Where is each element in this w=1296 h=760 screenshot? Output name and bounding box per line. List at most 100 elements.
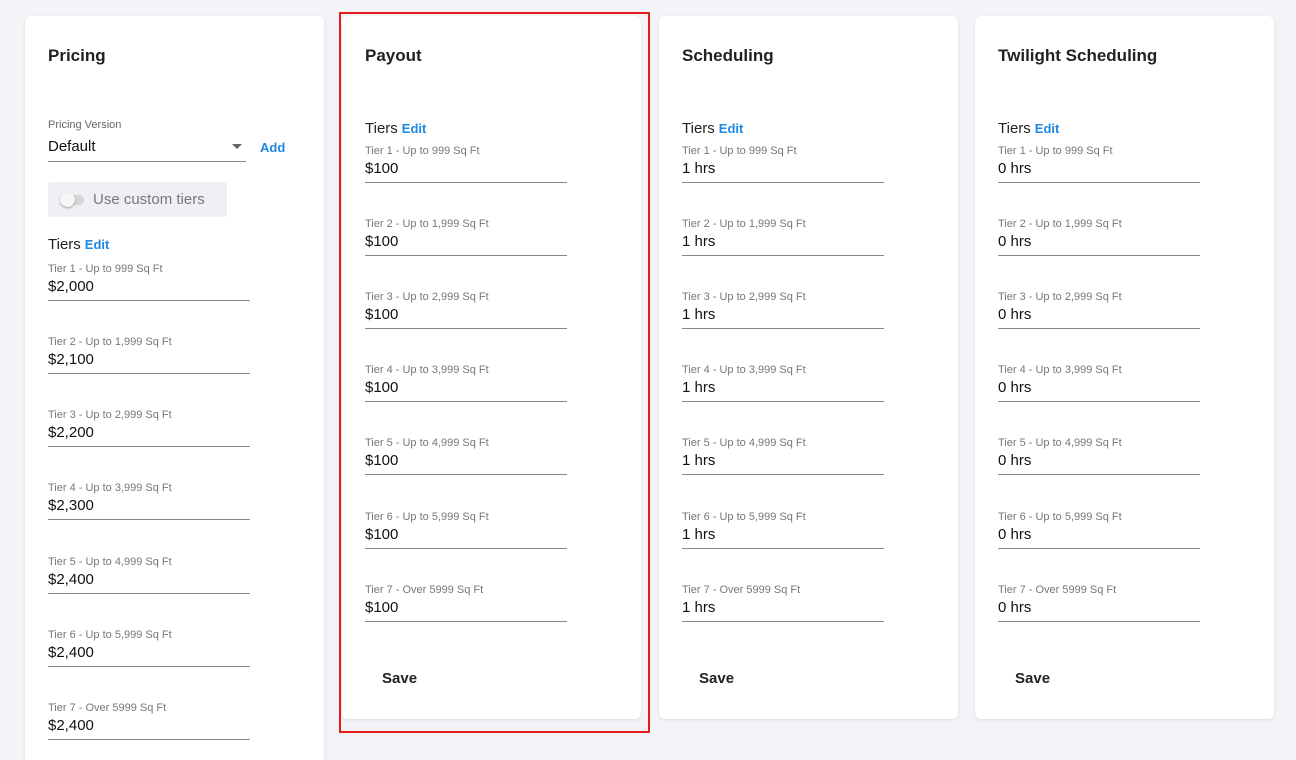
tier-value[interactable]: 0 hrs [998, 306, 1031, 323]
tier-value[interactable]: $100 [365, 160, 398, 177]
tier-value[interactable]: 0 hrs [998, 160, 1031, 177]
tier-value[interactable]: $100 [365, 526, 398, 543]
scheduling-save-button[interactable]: Save [684, 664, 752, 692]
twilight-tier-6-field[interactable]: Tier 6 - Up to 5,999 Sq Ft 0 hrs [998, 511, 1200, 549]
tiers-label: Tiers [48, 236, 81, 253]
tier-label: Tier 3 - Up to 2,999 Sq Ft [998, 291, 1122, 303]
tier-label: Tier 1 - Up to 999 Sq Ft [682, 145, 797, 157]
tier-label: Tier 6 - Up to 5,999 Sq Ft [365, 511, 489, 523]
scheduling-tiers-heading: Tiers Edit [682, 120, 743, 137]
tier-value[interactable]: 1 hrs [682, 452, 715, 469]
tier-value[interactable]: 1 hrs [682, 526, 715, 543]
scheduling-tier-2-field[interactable]: Tier 2 - Up to 1,999 Sq Ft 1 hrs [682, 218, 884, 256]
tier-value[interactable]: $100 [365, 306, 398, 323]
tier-label: Tier 1 - Up to 999 Sq Ft [998, 145, 1113, 157]
use-custom-tiers-label: Use custom tiers [93, 191, 205, 208]
pricing-version-select[interactable]: Default [48, 137, 246, 162]
twilight-tier-5-field[interactable]: Tier 5 - Up to 4,999 Sq Ft 0 hrs [998, 437, 1200, 475]
twilight-tier-2-field[interactable]: Tier 2 - Up to 1,999 Sq Ft 0 hrs [998, 218, 1200, 256]
tier-value[interactable]: $100 [365, 233, 398, 250]
pricing-tier-2-field[interactable]: Tier 2 - Up to 1,999 Sq Ft $2,100 [48, 336, 250, 374]
payout-save-button[interactable]: Save [367, 664, 435, 692]
toggle-track[interactable] [60, 192, 84, 207]
pricing-tier-5-field[interactable]: Tier 5 - Up to 4,999 Sq Ft $2,400 [48, 556, 250, 594]
twilight-save-button[interactable]: Save [1000, 664, 1068, 692]
tier-label: Tier 3 - Up to 2,999 Sq Ft [48, 409, 172, 421]
tier-value[interactable]: 1 hrs [682, 233, 715, 250]
twilight-tier-3-field[interactable]: Tier 3 - Up to 2,999 Sq Ft 0 hrs [998, 291, 1200, 329]
tier-value[interactable]: 0 hrs [998, 526, 1031, 543]
tier-label: Tier 4 - Up to 3,999 Sq Ft [998, 364, 1122, 376]
pricing-tiers-edit-link[interactable]: Edit [85, 237, 110, 252]
scheduling-tiers-edit-link[interactable]: Edit [719, 121, 744, 136]
tier-label: Tier 6 - Up to 5,999 Sq Ft [48, 629, 172, 641]
tier-value[interactable]: 1 hrs [682, 160, 715, 177]
scheduling-tier-3-field[interactable]: Tier 3 - Up to 2,999 Sq Ft 1 hrs [682, 291, 884, 329]
add-pricing-version-link[interactable]: Add [260, 140, 285, 155]
tier-value[interactable]: $100 [365, 452, 398, 469]
payout-tiers-edit-link[interactable]: Edit [402, 121, 427, 136]
twilight-scheduling-title: Twilight Scheduling [998, 46, 1158, 65]
tier-label: Tier 5 - Up to 4,999 Sq Ft [998, 437, 1122, 449]
tier-value[interactable]: $100 [365, 599, 398, 616]
tier-label: Tier 4 - Up to 3,999 Sq Ft [48, 482, 172, 494]
tier-value[interactable]: $2,400 [48, 717, 94, 734]
tier-label: Tier 7 - Over 5999 Sq Ft [48, 702, 167, 714]
tier-label: Tier 7 - Over 5999 Sq Ft [682, 584, 801, 596]
payout-tier-3-field[interactable]: Tier 3 - Up to 2,999 Sq Ft $100 [365, 291, 567, 329]
payout-tier-6-field[interactable]: Tier 6 - Up to 5,999 Sq Ft $100 [365, 511, 567, 549]
tier-label: Tier 4 - Up to 3,999 Sq Ft [682, 364, 806, 376]
tier-label: Tier 2 - Up to 1,999 Sq Ft [48, 336, 172, 348]
payout-card: Payout Tiers Edit Tier 1 - Up to 999 Sq F… [342, 16, 641, 719]
tier-value[interactable]: 1 hrs [682, 599, 715, 616]
pricing-tier-1-field[interactable]: Tier 1 - Up to 999 Sq Ft $2,000 [48, 263, 250, 301]
payout-tier-2-field[interactable]: Tier 2 - Up to 1,999 Sq Ft $100 [365, 218, 567, 256]
tiers-label: Tiers [998, 120, 1031, 137]
scheduling-tier-5-field[interactable]: Tier 5 - Up to 4,999 Sq Ft 1 hrs [682, 437, 884, 475]
tier-value[interactable]: $100 [365, 379, 398, 396]
tier-value[interactable]: 1 hrs [682, 379, 715, 396]
tier-value[interactable]: $2,400 [48, 644, 94, 661]
payout-tier-5-field[interactable]: Tier 5 - Up to 4,999 Sq Ft $100 [365, 437, 567, 475]
scheduling-tier-1-field[interactable]: Tier 1 - Up to 999 Sq Ft 1 hrs [682, 145, 884, 183]
tier-value[interactable]: $2,000 [48, 278, 94, 295]
pricing-title: Pricing [48, 46, 106, 65]
twilight-tier-1-field[interactable]: Tier 1 - Up to 999 Sq Ft 0 hrs [998, 145, 1200, 183]
scheduling-card: Scheduling Tiers Edit Tier 1 - Up to 999 … [659, 16, 958, 719]
pricing-tier-6-field[interactable]: Tier 6 - Up to 5,999 Sq Ft $2,400 [48, 629, 250, 667]
twilight-tier-7-field[interactable]: Tier 7 - Over 5999 Sq Ft 0 hrs [998, 584, 1200, 622]
pricing-version-value: Default [48, 138, 96, 155]
tier-label: Tier 1 - Up to 999 Sq Ft [365, 145, 480, 157]
use-custom-tiers-toggle[interactable]: Use custom tiers [48, 182, 227, 217]
tier-label: Tier 2 - Up to 1,999 Sq Ft [365, 218, 489, 230]
pricing-tier-4-field[interactable]: Tier 4 - Up to 3,999 Sq Ft $2,300 [48, 482, 250, 520]
tier-label: Tier 6 - Up to 5,999 Sq Ft [998, 511, 1122, 523]
tier-label: Tier 3 - Up to 2,999 Sq Ft [365, 291, 489, 303]
pricing-tier-3-field[interactable]: Tier 3 - Up to 2,999 Sq Ft $2,200 [48, 409, 250, 447]
payout-tiers-heading: Tiers Edit [365, 120, 426, 137]
tier-label: Tier 2 - Up to 1,999 Sq Ft [682, 218, 806, 230]
twilight-tier-4-field[interactable]: Tier 4 - Up to 3,999 Sq Ft 0 hrs [998, 364, 1200, 402]
toggle-knob [60, 192, 75, 207]
twilight-scheduling-card: Twilight Scheduling Tiers Edit Tier 1 - U… [975, 16, 1274, 719]
tier-value[interactable]: $2,100 [48, 351, 94, 368]
tier-value[interactable]: $2,300 [48, 497, 94, 514]
tier-value[interactable]: 0 hrs [998, 379, 1031, 396]
scheduling-tier-7-field[interactable]: Tier 7 - Over 5999 Sq Ft 1 hrs [682, 584, 884, 622]
pricing-tier-7-field[interactable]: Tier 7 - Over 5999 Sq Ft $2,400 [48, 702, 250, 740]
tier-value[interactable]: 0 hrs [998, 452, 1031, 469]
tier-label: Tier 7 - Over 5999 Sq Ft [998, 584, 1117, 596]
tier-value[interactable]: $2,400 [48, 571, 94, 588]
tier-value[interactable]: 0 hrs [998, 599, 1031, 616]
scheduling-tier-4-field[interactable]: Tier 4 - Up to 3,999 Sq Ft 1 hrs [682, 364, 884, 402]
payout-tier-4-field[interactable]: Tier 4 - Up to 3,999 Sq Ft $100 [365, 364, 567, 402]
tier-label: Tier 6 - Up to 5,999 Sq Ft [682, 511, 806, 523]
tier-value[interactable]: 0 hrs [998, 233, 1031, 250]
pricing-version-label: Pricing Version [48, 119, 122, 131]
tier-value[interactable]: $2,200 [48, 424, 94, 441]
payout-tier-1-field[interactable]: Tier 1 - Up to 999 Sq Ft $100 [365, 145, 567, 183]
scheduling-tier-6-field[interactable]: Tier 6 - Up to 5,999 Sq Ft 1 hrs [682, 511, 884, 549]
payout-tier-7-field[interactable]: Tier 7 - Over 5999 Sq Ft $100 [365, 584, 567, 622]
tier-value[interactable]: 1 hrs [682, 306, 715, 323]
twilight-tiers-edit-link[interactable]: Edit [1035, 121, 1060, 136]
